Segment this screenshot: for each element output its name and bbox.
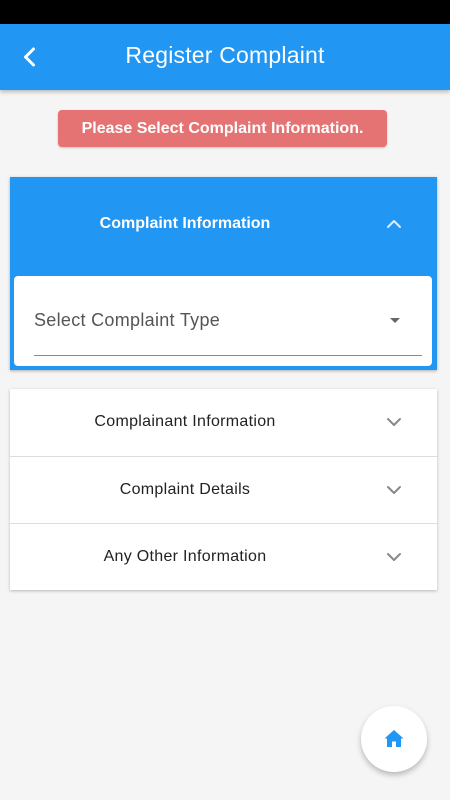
complaint-type-card: Select Complaint Type	[14, 276, 432, 366]
any-other-information-header[interactable]: Any Other Information	[10, 524, 437, 591]
app-bar: Register Complaint	[0, 24, 450, 90]
page-title: Register Complaint	[125, 42, 325, 68]
complaint-information-header[interactable]: Complaint Information	[10, 177, 437, 272]
chevron-down-icon	[384, 480, 404, 500]
complaint-type-select[interactable]: Select Complaint Type	[34, 298, 422, 356]
home-icon	[384, 730, 404, 747]
collapsed-sections: Complainant Information Complaint Detail…	[10, 389, 437, 590]
home-button[interactable]	[361, 706, 427, 772]
complaint-details-label: Complaint Details	[119, 481, 251, 498]
chevron-up-icon	[384, 214, 404, 234]
complainant-information-label: Complainant Information	[94, 413, 276, 430]
chevron-down-icon	[384, 547, 404, 567]
chevron-down-icon	[384, 412, 404, 432]
complaint-information-label: Complaint Information	[99, 215, 271, 232]
dropdown-arrow-icon	[390, 318, 400, 323]
status-bar	[0, 0, 450, 24]
complaint-type-placeholder: Select Complaint Type	[34, 310, 221, 330]
complainant-information-header[interactable]: Complainant Information	[10, 389, 437, 456]
any-other-information-label: Any Other Information	[103, 548, 267, 565]
complaint-details-header[interactable]: Complaint Details	[10, 457, 437, 524]
warning-message: Please Select Complaint Information.	[58, 110, 387, 147]
complaint-information-panel: Complaint Information Select Complaint T…	[10, 177, 437, 370]
